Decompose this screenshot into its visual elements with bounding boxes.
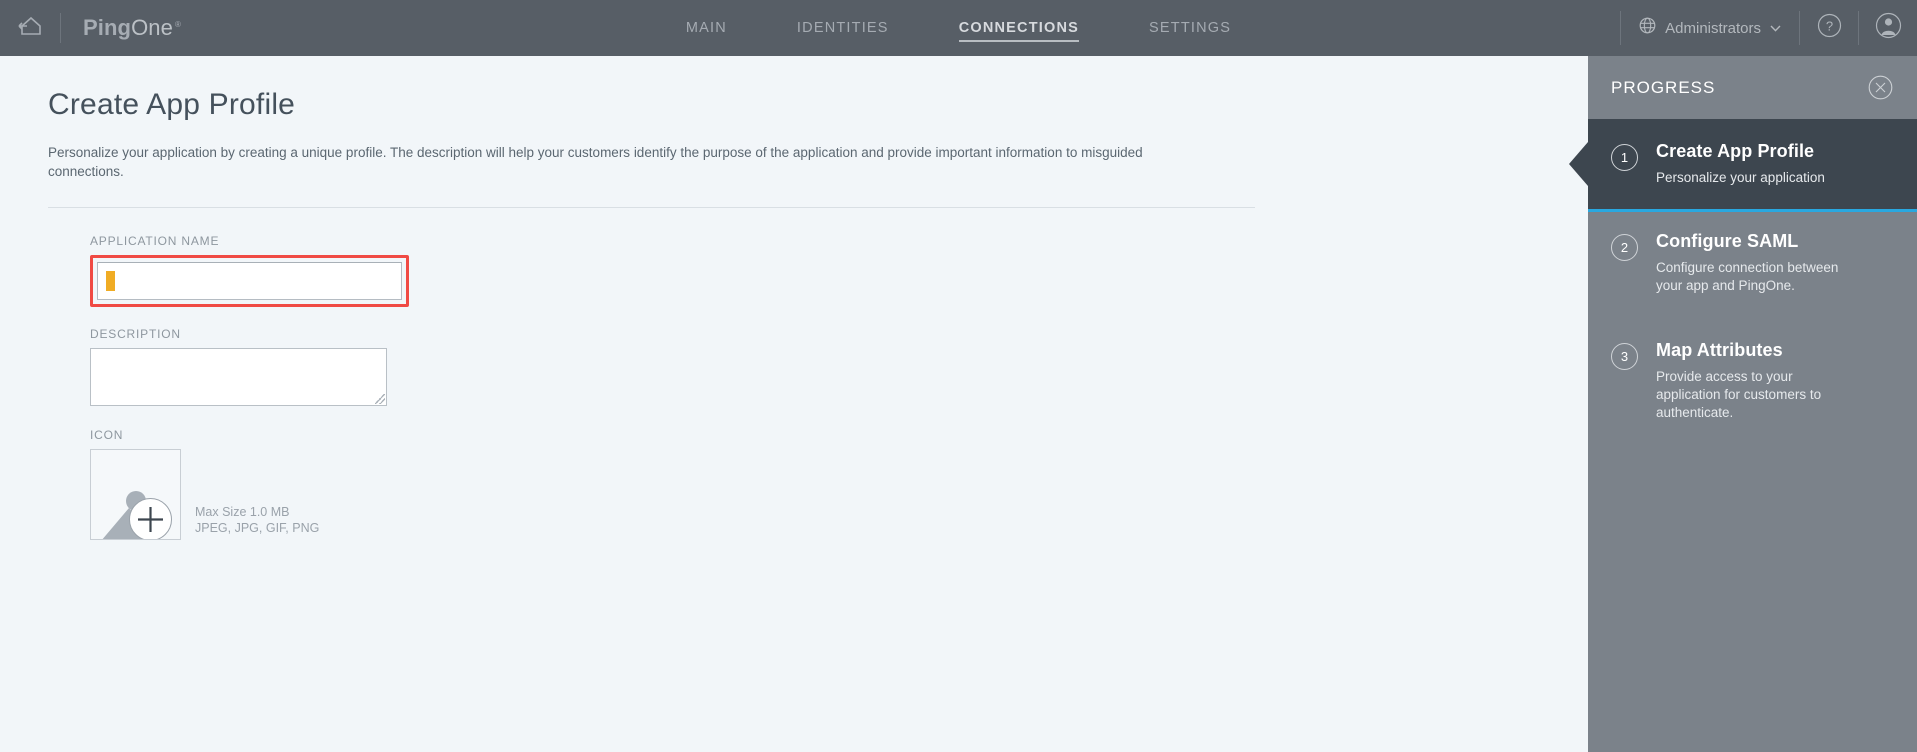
step-number-badge: 1 [1611,144,1638,171]
home-button[interactable] [0,0,60,56]
chevron-down-icon [1770,21,1781,35]
progress-panel: PROGRESS 1 Create App Profile Personaliz… [1569,56,1917,752]
brand-one-text: One [131,15,173,40]
user-avatar-icon [1875,12,1902,44]
icon-label: ICON [90,428,124,443]
close-circle-icon[interactable] [1868,75,1893,100]
step-body: Map Attributes Provide access to your ap… [1656,340,1856,423]
page-description: Personalize your application by creating… [48,145,1143,179]
resize-handle-icon[interactable] [375,394,385,405]
icon-max-size: Max Size 1.0 MB [195,505,290,519]
top-navigation-bar: Ping One ® MAIN IDENTITIES CONNECTIONS SET… [0,0,1917,56]
application-name-input[interactable] [97,262,402,301]
svg-text:?: ? [1825,18,1832,33]
account-button[interactable] [1859,0,1917,56]
progress-step-2[interactable]: 2 Configure SAML Configure connection be… [1588,209,1917,317]
icon-uploader-row: Max Size 1.0 MB JPEG, JPG, GIF, PNG [90,449,1540,541]
globe-icon [1639,17,1656,39]
description-label: DESCRIPTION [90,327,181,342]
nav-item-settings[interactable]: SETTINGS [1149,0,1231,56]
help-button[interactable]: ? [1800,0,1858,56]
nav-right-cluster: Administrators ? [1620,0,1917,56]
description-textarea[interactable] [90,348,387,407]
step-description: Configure connection between your app an… [1656,260,1839,294]
brand-registered-mark: ® [174,20,181,29]
main-content: Create App Profile Personalize your appl… [0,56,1588,752]
progress-header: PROGRESS [1588,56,1917,119]
step-name: Configure SAML [1656,231,1799,252]
nav-item-main[interactable]: MAIN [686,0,727,56]
text-cursor-indicator [106,271,115,292]
environment-selector[interactable]: Administrators [1621,0,1799,56]
form-fields: APPLICATION NAME DESCRIPTION ICON Max Si… [90,234,1540,541]
step-name: Create App Profile [1656,141,1815,161]
icon-constraints: Max Size 1.0 MB JPEG, JPG, GIF, PNG [195,505,319,540]
nav-divider [60,13,61,43]
step-number-badge: 2 [1611,234,1638,262]
page-title: Create App Profile [48,88,296,121]
application-name-highlight [90,255,409,308]
progress-step-1[interactable]: 1 Create App Profile Personalize your ap… [1569,119,1917,213]
home-icon [17,15,43,42]
step-name: Map Attributes [1656,339,1783,360]
progress-step-3[interactable]: 3 Map Attributes Provide access to your … [1588,318,1917,445]
content-divider [48,207,1255,209]
step-description: Provide access to your application for c… [1656,368,1822,421]
environment-label: Administrators [1665,19,1761,37]
step-description: Personalize your application [1656,170,1825,185]
step-number-badge: 3 [1611,342,1638,370]
brand-logo: Ping One ® [83,15,181,41]
step-body: Create App Profile Personalize your appl… [1656,141,1825,187]
application-name-label: APPLICATION NAME [90,234,220,249]
help-circle-icon: ? [1817,13,1842,43]
icon-formats: JPEG, JPG, GIF, PNG [195,520,320,535]
step-body: Configure SAML Configure connection betw… [1656,231,1856,295]
icon-upload-dropzone[interactable] [90,449,181,541]
plus-circle-icon[interactable] [128,497,173,540]
nav-item-connections[interactable]: CONNECTIONS [958,0,1080,56]
nav-item-identities[interactable]: IDENTITIES [797,0,889,56]
progress-title: PROGRESS [1611,77,1716,97]
brand-ping-text: Ping [83,15,132,40]
